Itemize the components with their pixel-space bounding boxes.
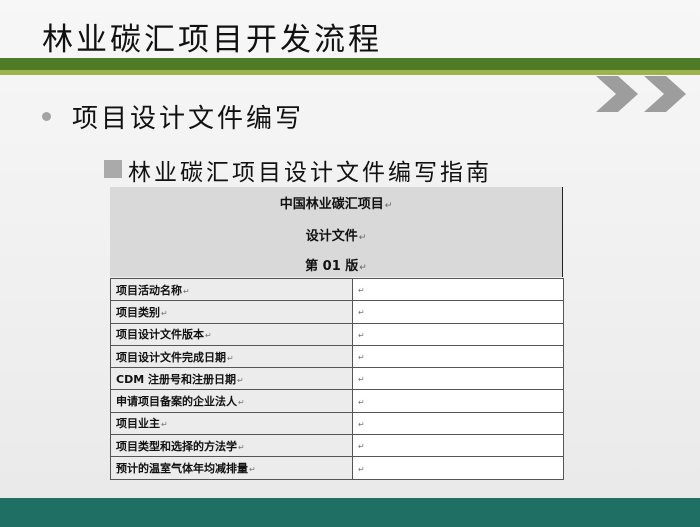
field-label: 项目设计文件版本↵ <box>110 322 353 346</box>
field-value: ↵ <box>352 300 564 324</box>
bullet-level1: 项目设计文件编写 <box>72 104 305 134</box>
footer-bar <box>0 498 700 527</box>
document-header-line: 设计文件↵ <box>305 229 367 244</box>
table-row: CDM 注册号和注册日期↵ ↵ <box>110 367 564 391</box>
table-row: 项目类型和选择的方法学↵ ↵ <box>110 434 564 458</box>
square-bullet-icon <box>104 160 122 178</box>
field-value: ↵ <box>352 344 564 369</box>
table-row: 项目类别↵ ↵ <box>110 300 564 324</box>
field-label: 项目活动名称↵ <box>110 277 353 302</box>
document-header-line: 中国林业碳汇项目↵ <box>279 197 393 212</box>
table-row: 项目设计文件完成日期↵ ↵ <box>110 344 564 369</box>
table-row: 项目设计文件版本↵ ↵ <box>110 322 564 346</box>
double-chevron-icon <box>596 76 686 112</box>
field-value: ↵ <box>352 456 564 480</box>
field-label: 预计的温室气体年均减排量↵ <box>110 456 353 480</box>
field-label: 项目类型和选择的方法学↵ <box>110 434 353 458</box>
document-header-line: 第 01 版↵ <box>305 259 367 274</box>
field-label: 申请项目备案的企业法人↵ <box>110 389 353 413</box>
field-label: 项目类别↵ <box>110 300 353 324</box>
document-header: 中国林业碳汇项目↵ 设计文件↵ 第 01 版↵ <box>110 187 563 277</box>
slide-title: 林业碳汇项目开发流程 <box>42 22 382 58</box>
table-row: 项目业主↵ ↵ <box>110 411 564 436</box>
field-value: ↵ <box>352 322 564 346</box>
table-row: 项目活动名称↵ ↵ <box>110 277 564 302</box>
field-value: ↵ <box>352 389 564 413</box>
field-value: ↵ <box>352 411 564 436</box>
table-row: 预计的温室气体年均减排量↵ ↵ <box>110 456 564 480</box>
bullet-level2: 林业碳汇项目设计文件编写指南 <box>128 160 492 186</box>
field-value: ↵ <box>352 277 564 302</box>
field-label: 项目设计文件完成日期↵ <box>110 344 353 369</box>
field-value: ↵ <box>352 434 564 458</box>
field-label: CDM 注册号和注册日期↵ <box>110 367 353 391</box>
table-row: 申请项目备案的企业法人↵ ↵ <box>110 389 564 413</box>
title-accent-bar <box>0 70 700 75</box>
document-fields-table: 项目活动名称↵ ↵ 项目类别↵ ↵ 项目设计文件版本↵ ↵ 项目设计文件完成日期… <box>110 277 564 480</box>
title-underline-bar <box>0 58 700 70</box>
field-label: 项目业主↵ <box>110 411 353 436</box>
bullet-dot-icon <box>42 112 51 121</box>
field-value: ↵ <box>352 367 564 391</box>
